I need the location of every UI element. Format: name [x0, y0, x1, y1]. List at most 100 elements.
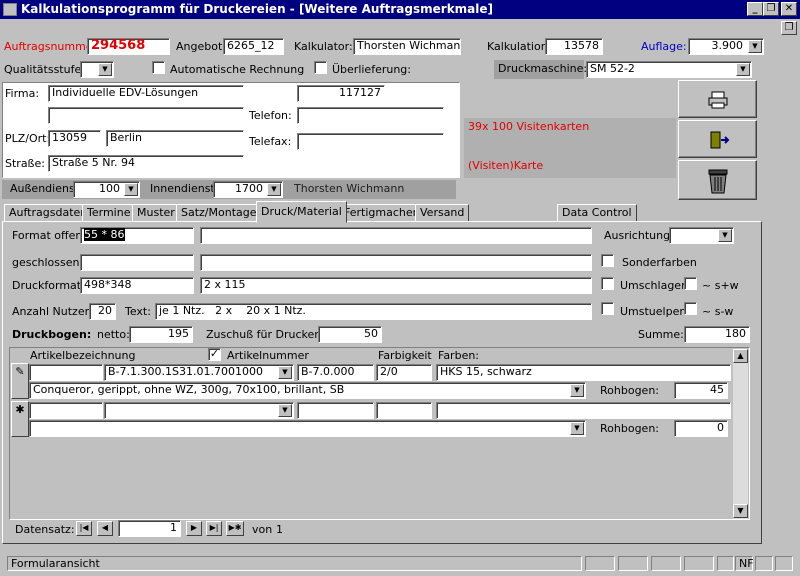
innendienst-value: 1700: [235, 182, 263, 195]
row2-rohbogen-field[interactable]: 0: [674, 420, 728, 437]
plz-field[interactable]: 13059: [48, 130, 101, 147]
customer-panel: Firma: Individuelle EDV-Lösungen 117127 …: [2, 82, 460, 178]
aussendienst-select[interactable]: 100 ▼: [73, 181, 140, 198]
chevron-down-icon[interactable]: ▼: [278, 404, 292, 417]
tab-versand[interactable]: Versand: [415, 204, 470, 222]
chevron-down-icon[interactable]: ▼: [98, 63, 112, 76]
auftragsnummer-label: Auftragsnummer: [4, 40, 98, 53]
geschlossen2-field[interactable]: [200, 254, 592, 271]
restore-icon[interactable]: ❐: [763, 2, 779, 16]
druckformat2-field[interactable]: 2 x 115: [200, 277, 592, 294]
angebot-field[interactable]: 6265_12: [223, 38, 284, 55]
ueberlieferung-checkbox[interactable]: [314, 61, 327, 74]
artikelnummer-checkbox[interactable]: ✓: [208, 348, 221, 361]
last-record-icon[interactable]: ▶|: [206, 521, 222, 536]
row1-farbigkeit-field[interactable]: 2/0: [376, 364, 432, 381]
new-record-icon[interactable]: ▶✱: [226, 521, 244, 536]
text-field[interactable]: je 1 Ntz. 2 x 20 x 1 Ntz.: [155, 303, 592, 320]
auftragsnummer-field[interactable]: 294568: [87, 38, 170, 55]
kalkulator-field[interactable]: Thorsten Wichmann: [353, 38, 461, 55]
ausrichtung-select[interactable]: ▼: [669, 227, 734, 244]
status-pane-2: [618, 556, 648, 571]
kalkulation-field[interactable]: 13578: [545, 38, 603, 55]
row2-beschreibung-select[interactable]: ▼: [29, 420, 586, 437]
chevron-down-icon[interactable]: ▼: [736, 63, 750, 76]
minimize-icon[interactable]: _: [747, 2, 763, 16]
kundennummer-field[interactable]: 117127: [297, 85, 385, 102]
status-pane-5: [717, 556, 734, 571]
chevron-down-icon[interactable]: ▼: [267, 183, 281, 196]
mdi-restore-icon[interactable]: ❐: [781, 21, 797, 35]
chevron-down-icon[interactable]: ▼: [124, 183, 138, 196]
row1-rohbogen-label: Rohbogen:: [600, 384, 659, 397]
info-line2: (Visiten)Karte: [468, 159, 544, 172]
telefax-field[interactable]: [297, 133, 444, 150]
first-record-icon[interactable]: |◀: [76, 521, 92, 536]
scroll-down-icon[interactable]: ▼: [733, 504, 748, 518]
netto-field[interactable]: 195: [129, 326, 193, 343]
qualitaet-select[interactable]: ▼: [80, 61, 114, 78]
umstuelpen-checkbox[interactable]: [601, 302, 614, 315]
geschlossen-field[interactable]: [80, 254, 194, 271]
chevron-down-icon[interactable]: ▼: [748, 40, 762, 53]
auflage-field[interactable]: 3.900 ▼: [688, 38, 764, 55]
anzahl-nutzen-field[interactable]: 20: [89, 303, 116, 320]
telefon-field[interactable]: [297, 107, 444, 124]
sw-minus-checkbox[interactable]: [684, 302, 697, 315]
row2-artikelnummer-field[interactable]: [297, 402, 374, 419]
print-button[interactable]: [678, 80, 757, 118]
format-offen-field[interactable]: 55 * 86: [80, 227, 194, 244]
umschlagen-checkbox[interactable]: [601, 277, 614, 290]
subform-scrollbar[interactable]: ▲ ▼: [733, 349, 748, 519]
exit-button[interactable]: [678, 120, 757, 158]
druckformat-field[interactable]: 498*348: [80, 277, 194, 294]
row1-rohbogen-field[interactable]: 45: [674, 382, 728, 399]
firma2-field[interactable]: [48, 107, 244, 124]
row1-blank-field[interactable]: [29, 364, 103, 381]
chevron-down-icon[interactable]: ▼: [278, 366, 292, 379]
tab-druck-material[interactable]: Druck/Material: [256, 201, 347, 223]
tab-muster[interactable]: Muster: [132, 204, 180, 222]
row2-farben-field[interactable]: [436, 402, 731, 419]
innendienst-select[interactable]: 1700 ▼: [213, 181, 283, 198]
prev-record-icon[interactable]: ◀: [97, 521, 113, 536]
record-selector-new[interactable]: ✱: [11, 401, 29, 437]
ort-field[interactable]: Berlin: [106, 130, 244, 147]
sw-plus-checkbox[interactable]: [684, 277, 697, 290]
summe-field[interactable]: 180: [684, 326, 750, 343]
chevron-down-icon[interactable]: ▼: [718, 229, 732, 242]
sonderfarben-checkbox[interactable]: [601, 254, 614, 267]
format-offen2-field[interactable]: [200, 227, 592, 244]
tab-data-control[interactable]: Data Control: [557, 204, 637, 222]
chevron-down-icon[interactable]: ▼: [570, 422, 584, 435]
strasse-field[interactable]: Straße 5 Nr. 94: [48, 155, 244, 172]
tab-fertigmachen[interactable]: Fertigmachen: [339, 204, 425, 222]
close-icon[interactable]: ✕: [781, 2, 797, 16]
tab-auftragsdaten[interactable]: Auftragsdaten: [4, 204, 93, 222]
strasse-label: Straße:: [5, 157, 45, 170]
record-number-field[interactable]: 1: [118, 520, 181, 537]
scroll-up-icon[interactable]: ▲: [733, 349, 748, 363]
sw-minus-label: ~ s-w: [702, 305, 734, 318]
row1-beschreibung-select[interactable]: Conqueror, gerippt, ohne WZ, 300g, 70x10…: [29, 382, 586, 399]
record-selector-edit[interactable]: ✎: [11, 363, 29, 399]
delete-button[interactable]: [678, 160, 757, 200]
next-record-icon[interactable]: ▶: [186, 521, 202, 536]
row1-artikelnummer-field[interactable]: B-7.0.000: [297, 364, 374, 381]
tab-satz-montage[interactable]: Satz/Montage: [176, 204, 262, 222]
qualitaet-label: Qualitätsstufe:: [4, 63, 85, 76]
zuschuss-field[interactable]: 50: [318, 326, 382, 343]
row2-blank-field[interactable]: [29, 402, 103, 419]
umschlagen-label: Umschlagen: [620, 279, 689, 292]
auto-rechnung-checkbox[interactable]: [152, 61, 165, 74]
format-offen-label: Format offen:: [12, 229, 87, 242]
row1-farben-field[interactable]: HKS 15, schwarz: [436, 364, 731, 381]
firma-field[interactable]: Individuelle EDV-Lösungen: [48, 85, 244, 102]
row2-artikel-select[interactable]: ▼: [104, 402, 294, 419]
tab-termine[interactable]: Termine: [82, 204, 136, 222]
chevron-down-icon[interactable]: ▼: [570, 384, 584, 397]
druckmaschine-select[interactable]: SM 52-2 ▼: [586, 61, 752, 78]
row2-farbigkeit-field[interactable]: [376, 402, 432, 419]
auflage-label: Auflage:: [641, 40, 687, 53]
row1-artikel-select[interactable]: B-7.1.300.1S31.01.7001000 ▼: [104, 364, 294, 381]
